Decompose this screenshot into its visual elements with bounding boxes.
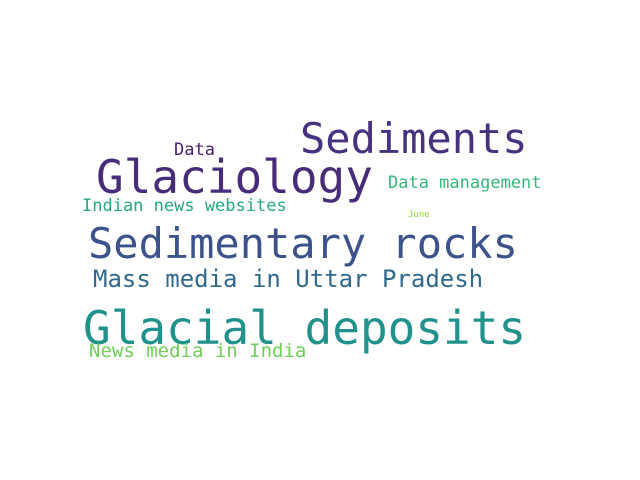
word-mass-media-uttar-pradesh: Mass media in Uttar Pradesh (93, 265, 484, 293)
word-cloud: Sediments Glaciology Data Data managemen… (0, 0, 640, 480)
word-data-management: Data management (388, 173, 542, 193)
word-news-media-india: News media in India (89, 340, 307, 362)
word-data: Data (174, 140, 215, 160)
word-indian-news-websites: Indian news websites (82, 196, 287, 216)
word-sedimentary-rocks: Sedimentary rocks (88, 219, 518, 268)
word-glaciology: Glaciology (96, 150, 373, 204)
